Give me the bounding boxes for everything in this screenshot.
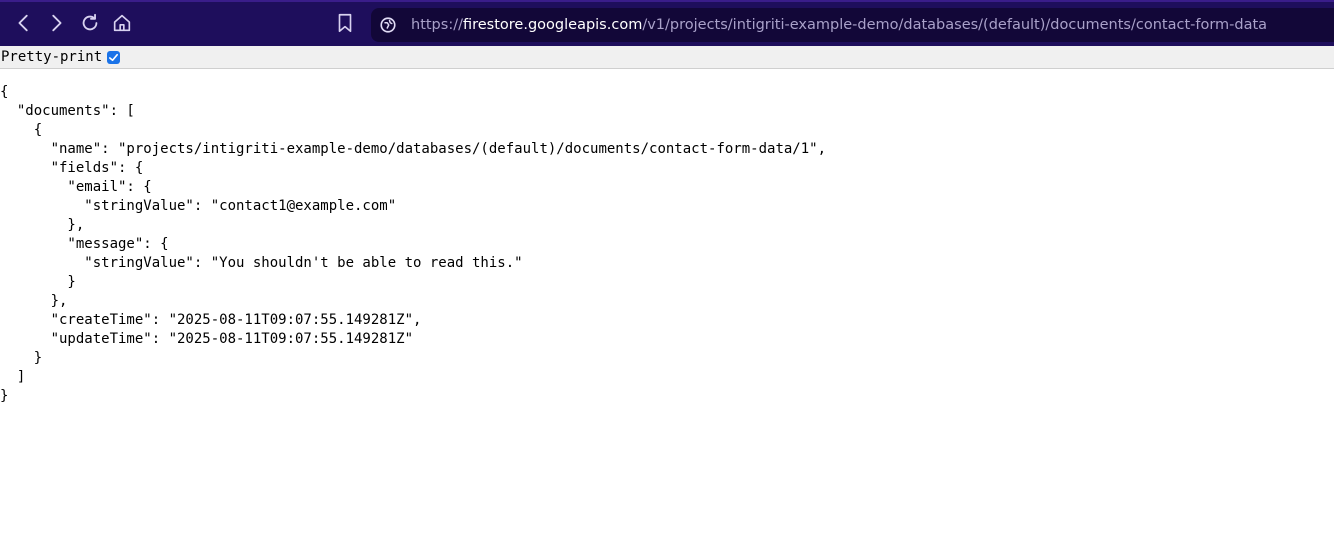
json-line: {: [0, 122, 43, 138]
json-line: "name": "projects/intigriti-example-demo…: [0, 141, 827, 157]
url-path: /v1/projects/intigriti-example-demo/data…: [642, 17, 1268, 33]
checkmark-icon: [109, 53, 119, 61]
json-line: {: [0, 84, 9, 100]
json-line: "updateTime": "2025-08-11T09:07:55.14928…: [0, 331, 414, 347]
home-button[interactable]: [110, 11, 134, 35]
json-line: },: [0, 293, 68, 309]
json-line: }: [0, 388, 9, 404]
home-icon: [113, 14, 131, 32]
url-host: firestore.googleapis.com: [462, 17, 643, 33]
back-button[interactable]: [12, 11, 36, 35]
json-line: },: [0, 217, 85, 233]
bookmark-icon: [338, 13, 352, 33]
url-text[interactable]: https://firestore.googleapis.com/v1/proj…: [411, 16, 1267, 34]
json-line: "fields": {: [0, 160, 144, 176]
json-response-body: { "documents": [ { "name": "projects/int…: [0, 83, 826, 406]
json-line: "createTime": "2025-08-11T09:07:55.14928…: [0, 312, 422, 328]
json-line: "documents": [: [0, 103, 135, 119]
json-line: }: [0, 350, 43, 366]
json-line: ]: [0, 369, 26, 385]
json-line: "email": {: [0, 179, 152, 195]
json-line: "message": {: [0, 236, 169, 252]
json-line: "stringValue": "You shouldn't be able to…: [0, 255, 523, 271]
json-line: "stringValue": "contact1@example.com": [0, 198, 397, 214]
site-info-icon[interactable]: [379, 16, 397, 34]
browser-toolbar: https://firestore.googleapis.com/v1/proj…: [0, 0, 1334, 46]
url-bar[interactable]: https://firestore.googleapis.com/v1/proj…: [371, 8, 1334, 42]
pretty-print-label: Pretty-print: [1, 49, 103, 65]
bookmark-button[interactable]: [333, 11, 357, 35]
forward-button[interactable]: [44, 11, 68, 35]
chevron-right-icon: [52, 14, 62, 32]
chevron-left-icon: [18, 14, 28, 32]
reload-icon: [82, 13, 98, 31]
pretty-print-checkbox[interactable]: [107, 50, 121, 64]
json-line: }: [0, 274, 76, 290]
reload-button[interactable]: [78, 11, 102, 35]
url-scheme: https://: [411, 17, 463, 33]
pretty-print-bar: Pretty-print: [0, 46, 1334, 69]
